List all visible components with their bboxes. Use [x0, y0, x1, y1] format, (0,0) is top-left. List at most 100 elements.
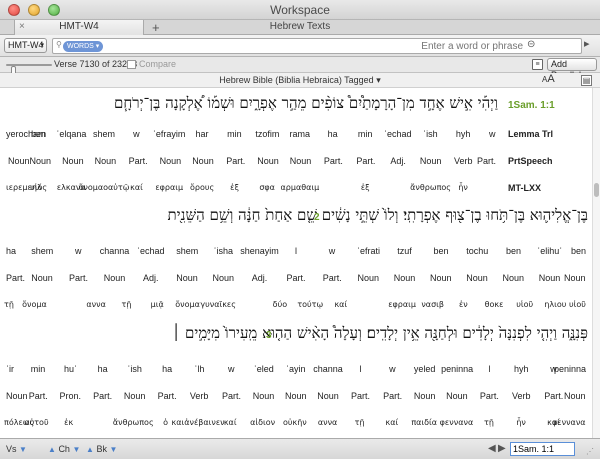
interlinear-cell[interactable]: Noun [466, 273, 488, 283]
interlinear-cell[interactable]: ʾayin [286, 364, 306, 374]
display-settings-icon[interactable]: ▤ [581, 75, 592, 86]
interlinear-cell[interactable]: Part. [477, 156, 496, 166]
interlinear-cell[interactable]: Part. [351, 391, 370, 401]
interlinear-cell[interactable]: Part. [29, 391, 48, 401]
interlinear-cell[interactable]: Part. [323, 273, 342, 283]
interlinear-cell[interactable]: Noun [104, 273, 126, 283]
interlinear-cell[interactable]: w [75, 246, 82, 256]
interlinear-cell[interactable]: Adj. [252, 273, 268, 283]
interlinear-cell[interactable]: καιἀνέβαινεν [172, 418, 225, 427]
interlinear-cell[interactable]: Part. [480, 391, 499, 401]
interlinear-cell[interactable]: ἦν [458, 183, 468, 192]
interlinear-cell[interactable]: ben [31, 129, 46, 139]
interlinear-cell[interactable]: αννα [86, 300, 105, 309]
interlinear-cell[interactable]: Part. [287, 273, 306, 283]
interlinear-cell[interactable]: ηλιου [544, 300, 566, 309]
book-nav[interactable]: ▲ Bk ▼ [86, 444, 117, 454]
interlinear-cell[interactable]: Part. [324, 156, 343, 166]
interlinear-cell[interactable]: ben [506, 246, 521, 256]
interlinear-cell[interactable]: γυναῖκες [200, 300, 236, 309]
interlinear-cell[interactable]: εφραιμ [388, 300, 416, 309]
interlinear-cell[interactable]: καί [386, 418, 399, 427]
interlinear-cell[interactable]: ἐν [459, 300, 468, 309]
search-options-icon[interactable]: ⊝ [527, 39, 535, 50]
interlinear-cell[interactable]: l [488, 364, 490, 374]
interlinear-cell[interactable]: Noun [257, 156, 279, 166]
interlinear-cell[interactable]: ʾish [423, 129, 438, 139]
down-triangle-icon[interactable]: ▼ [72, 445, 80, 454]
interlinear-cell[interactable]: Part. [93, 391, 112, 401]
interlinear-cell[interactable]: tzofim [255, 129, 279, 139]
interlinear-cell[interactable]: Noun [62, 156, 84, 166]
interlinear-cell[interactable]: ʾisha [214, 246, 234, 256]
down-triangle-icon[interactable]: ▼ [109, 445, 117, 454]
verse-nav[interactable]: Vs ▼ [6, 444, 27, 454]
resource-select[interactable]: HMT-W4 ▾ [4, 38, 47, 53]
interlinear-cell[interactable]: οὐκῆν [283, 418, 307, 427]
interlinear-cell[interactable]: Noun [31, 273, 53, 283]
interlinear-cell[interactable]: Part. [6, 273, 25, 283]
interlinear-cell[interactable]: ʿlh [194, 364, 204, 374]
interlinear-cell[interactable]: Verb [512, 391, 531, 401]
verse-number[interactable]: 3 [266, 330, 272, 341]
interlinear-cell[interactable]: shem [176, 246, 198, 256]
interlinear-cell[interactable]: hyh [514, 364, 529, 374]
interlinear-cell[interactable]: Part. [129, 156, 148, 166]
add-parallel-button[interactable]: Add Parallel ▾ [547, 58, 597, 80]
interlinear-cell[interactable]: ha [328, 129, 338, 139]
interlinear-cell[interactable]: ὄρους [190, 183, 214, 192]
interlinear-cell[interactable]: Verb [190, 391, 209, 401]
interlinear-cell[interactable]: shem [31, 246, 53, 256]
interlinear-cell[interactable]: ἐξ [230, 183, 239, 192]
interlinear-cell[interactable]: Noun [394, 273, 416, 283]
interlinear-cell[interactable]: ʾish [127, 364, 142, 374]
search-go-icon[interactable]: ▸ [584, 37, 590, 50]
add-tab-button[interactable]: + [152, 20, 160, 35]
interlinear-cell[interactable]: τούτῳ [297, 300, 323, 309]
interlinear-cell[interactable]: ha [162, 364, 172, 374]
interlinear-cell[interactable]: ben [434, 246, 449, 256]
interlinear-cell[interactable]: Noun [539, 273, 561, 283]
interlinear-cell[interactable]: Noun [285, 391, 307, 401]
interlinear-cell[interactable]: Part. [383, 391, 402, 401]
interlinear-cell[interactable]: μιᾷ [151, 300, 164, 309]
interlinear-cell[interactable]: ἄνθρωπος [410, 183, 451, 192]
interlinear-cell[interactable]: ben [571, 246, 586, 256]
interlinear-cell[interactable]: rama [290, 129, 311, 139]
interlinear-cell[interactable]: Noun [176, 273, 198, 283]
verse-number[interactable]: 2 [314, 212, 320, 223]
interlinear-cell[interactable]: ἦν [516, 418, 526, 427]
interlinear-cell[interactable]: Noun [290, 156, 312, 166]
verse-slider[interactable] [6, 64, 52, 77]
interlinear-cell[interactable]: τῇ [355, 418, 365, 427]
interlinear-cell[interactable]: Part. [544, 391, 563, 401]
interlinear-cell[interactable]: Adj. [143, 273, 159, 283]
up-triangle-icon[interactable]: ▲ [86, 445, 94, 454]
interlinear-cell[interactable]: παιδία [411, 418, 437, 427]
interlinear-cell[interactable]: w [389, 364, 396, 374]
interlinear-cell[interactable]: ʾelihuʾ [537, 246, 562, 256]
interlinear-cell[interactable]: Noun [564, 391, 586, 401]
interlinear-cell[interactable]: ha [6, 246, 16, 256]
interlinear-cell[interactable]: Noun [253, 391, 275, 401]
interlinear-cell[interactable]: Part. [226, 156, 245, 166]
interlinear-cell[interactable]: l [359, 364, 361, 374]
interlinear-cell[interactable]: Noun [8, 156, 30, 166]
interlinear-cell[interactable]: Noun [124, 391, 146, 401]
interlinear-cell[interactable]: ἐξ [361, 183, 370, 192]
interlinear-cell[interactable]: Noun [317, 391, 339, 401]
down-triangle-icon[interactable]: ▼ [19, 445, 27, 454]
interlinear-cell[interactable]: ὁ [163, 418, 168, 427]
scrollbar-thumb[interactable] [594, 183, 599, 197]
interlinear-cell[interactable]: Noun [420, 156, 442, 166]
resize-grip-icon[interactable]: ⋰ [586, 447, 594, 456]
notes-icon[interactable]: ≡ [532, 59, 543, 70]
interlinear-cell[interactable]: ʾelqana [56, 129, 86, 139]
interlinear-cell[interactable]: Noun [95, 156, 117, 166]
interlinear-cell[interactable]: καί [334, 300, 347, 309]
interlinear-cell[interactable]: θοκε [485, 300, 504, 309]
interlinear-cell[interactable]: l [295, 246, 297, 256]
interlinear-cell[interactable]: Noun [30, 156, 52, 166]
interlinear-cell[interactable]: ʾechad [137, 246, 165, 256]
interlinear-cell[interactable]: Part. [222, 391, 241, 401]
